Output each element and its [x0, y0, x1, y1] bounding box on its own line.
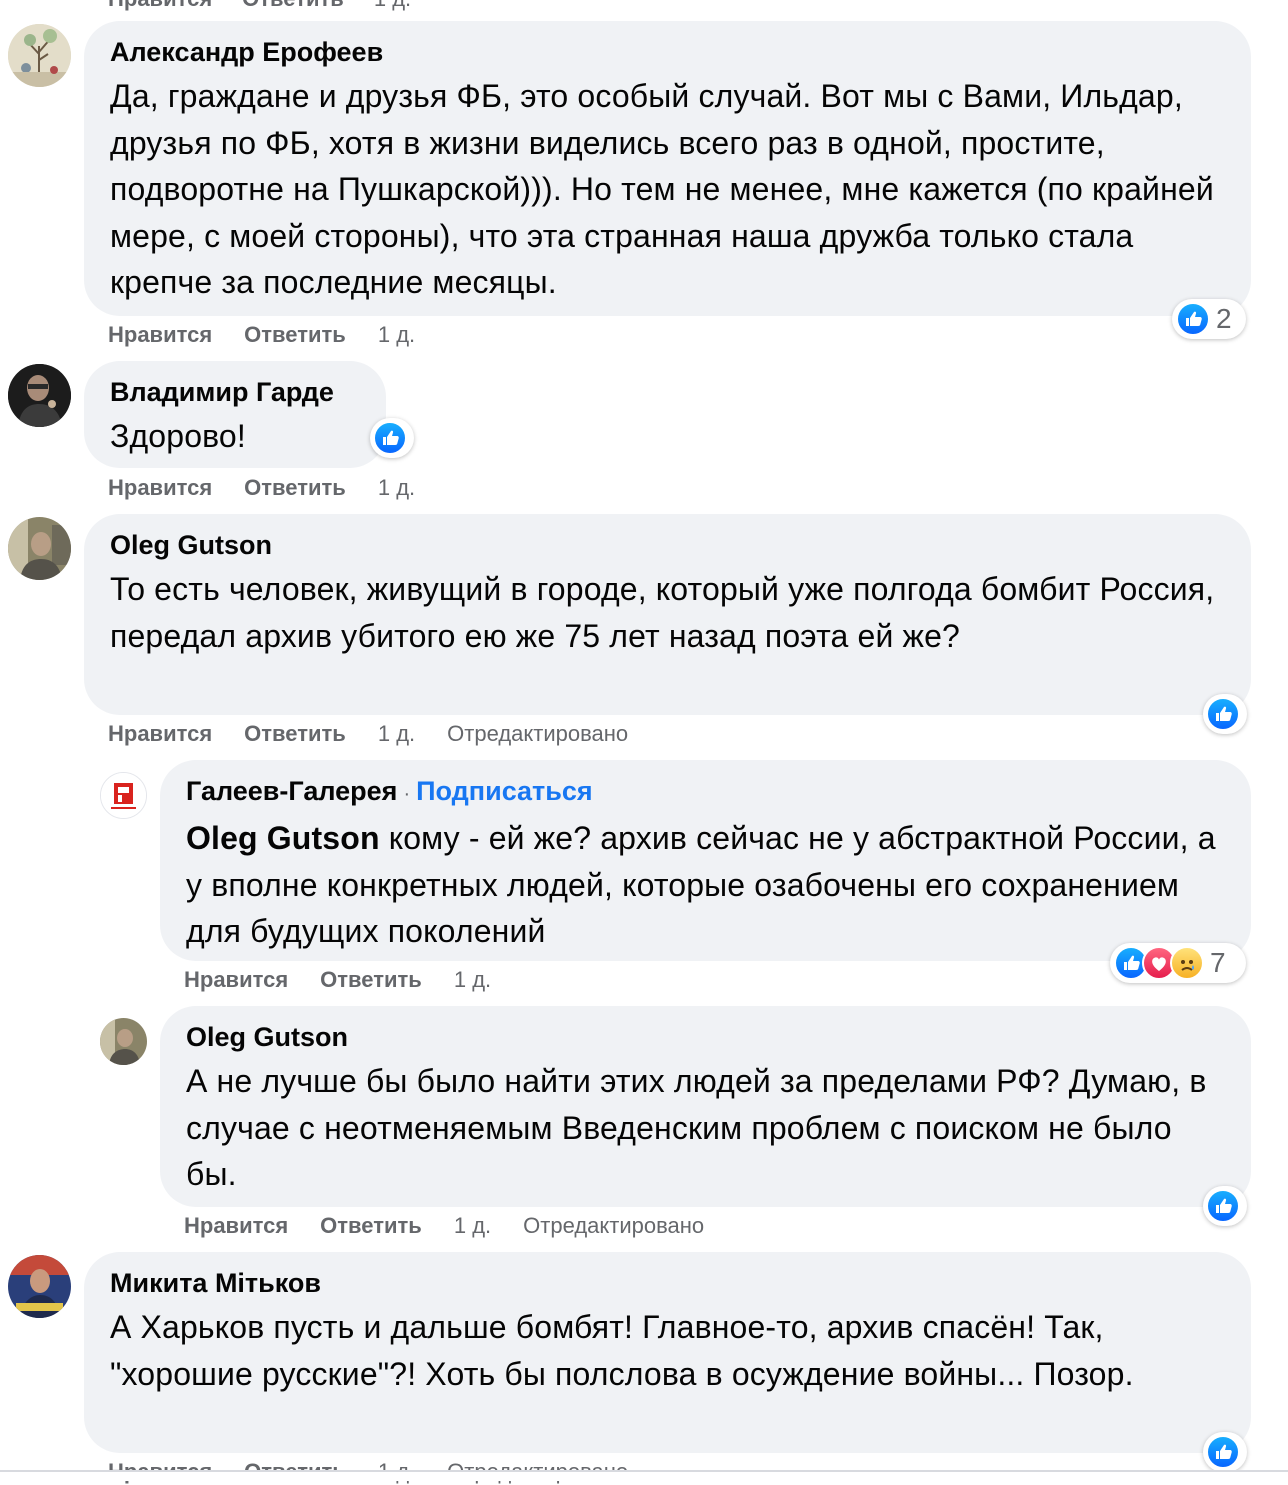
- comment-actions: Нравится Ответить 1 д. Отредактировано: [108, 721, 660, 747]
- comment-text: А Харьков пусть и дальше бомбят! Главное…: [110, 1309, 1134, 1392]
- like-action[interactable]: Нравится: [108, 322, 212, 347]
- comment-text: Да, граждане и друзья ФБ, это особый слу…: [110, 78, 1214, 300]
- avatar[interactable]: [100, 772, 147, 819]
- comment-bubble: Микита Мітьков А Харьков пусть и дальше …: [84, 1252, 1251, 1453]
- like-action[interactable]: Нравится: [108, 0, 212, 11]
- like-action[interactable]: Нравится: [108, 721, 212, 746]
- like-icon: [1206, 1189, 1240, 1223]
- comment-author[interactable]: Микита Мітьков: [110, 1266, 1225, 1300]
- avatar[interactable]: [8, 24, 71, 87]
- comment-text: Oleg Gutson кому - ей же? архив сейчас н…: [186, 815, 1225, 955]
- comment-bubble: Александр Ерофеев Да, граждане и друзья …: [84, 21, 1251, 316]
- reaction-count: 2: [1216, 303, 1232, 334]
- reaction-summary[interactable]: [1203, 1186, 1247, 1226]
- viewport-bottom-edge: [0, 1470, 1288, 1481]
- comment-time[interactable]: 1 д.: [378, 322, 415, 347]
- reaction-summary[interactable]: [1203, 1432, 1247, 1472]
- reaction-summary[interactable]: [370, 418, 414, 458]
- sad-icon: [1170, 946, 1204, 980]
- like-icon: [1206, 697, 1240, 731]
- previous-comment-actions: Нравится Ответить 1 д.: [108, 0, 441, 12]
- reply-action[interactable]: Ответить: [320, 967, 422, 992]
- comment-text: Здорово!: [110, 418, 246, 454]
- avatar[interactable]: [8, 364, 71, 427]
- comment-bubble: Oleg Gutson А не лучше бы было найти эти…: [160, 1006, 1251, 1207]
- like-action[interactable]: Нравится: [108, 475, 212, 500]
- like-action[interactable]: Нравится: [184, 967, 288, 992]
- comment-actions: Нравится Ответить 1 д.: [108, 475, 447, 501]
- reply-action[interactable]: Ответить: [320, 1213, 422, 1238]
- like-action[interactable]: Нравится: [184, 1213, 288, 1238]
- avatar[interactable]: [8, 1255, 71, 1318]
- comment-author-line: Галеев-Галерея · Подписаться: [186, 774, 1225, 811]
- separator-dot: ·: [403, 783, 411, 805]
- reply-action[interactable]: Ответить: [244, 475, 346, 500]
- comment-text: А не лучше бы было найти этих людей за п…: [186, 1063, 1207, 1192]
- comment-time[interactable]: 1 д.: [374, 0, 411, 11]
- like-icon: [1206, 1435, 1240, 1469]
- comment-actions: Нравится Ответить 1 д. Отредактировано: [184, 1213, 736, 1239]
- comment-bubble: Oleg Gutson То есть человек, живущий в г…: [84, 514, 1251, 715]
- comment-time[interactable]: 1 д.: [454, 1213, 491, 1238]
- comment-text: То есть человек, живущий в городе, котор…: [110, 571, 1215, 654]
- comment-author[interactable]: Владимир Гарде: [110, 375, 360, 409]
- comment-actions: Нравится Ответить 1 д.: [184, 967, 523, 993]
- comment-time[interactable]: 1 д.: [378, 475, 415, 500]
- reaction-summary[interactable]: 7: [1110, 943, 1246, 983]
- comment-bubble: Владимир Гарде Здорово!: [84, 361, 386, 468]
- like-icon: [373, 421, 407, 455]
- mention-link[interactable]: Oleg Gutson: [186, 820, 380, 856]
- comment-author[interactable]: Oleg Gutson: [110, 528, 1225, 562]
- avatar[interactable]: [100, 1018, 147, 1065]
- comment-time[interactable]: 1 д.: [454, 967, 491, 992]
- edited-label[interactable]: Отредактировано: [447, 721, 628, 746]
- reply-action[interactable]: Ответить: [244, 322, 346, 347]
- avatar[interactable]: [8, 517, 71, 580]
- follow-button[interactable]: Подписаться: [416, 776, 593, 806]
- comment-time[interactable]: 1 д.: [378, 721, 415, 746]
- comment-author[interactable]: Oleg Gutson: [186, 1020, 1225, 1054]
- comment-author[interactable]: Александр Ерофеев: [110, 35, 1225, 69]
- comment-author[interactable]: Галеев-Галерея: [186, 776, 397, 806]
- reply-action[interactable]: Ответить: [244, 721, 346, 746]
- reply-action[interactable]: Ответить: [242, 0, 344, 11]
- edited-label[interactable]: Отредактировано: [523, 1213, 704, 1238]
- comment-actions: Нравится Ответить 1 д.: [108, 322, 447, 348]
- comment-bubble: Галеев-Галерея · Подписаться Oleg Gutson к…: [160, 760, 1251, 961]
- like-icon: [1176, 302, 1210, 336]
- reaction-count: 7: [1210, 947, 1226, 978]
- reaction-summary[interactable]: 2: [1172, 299, 1246, 339]
- reaction-summary[interactable]: [1203, 694, 1247, 734]
